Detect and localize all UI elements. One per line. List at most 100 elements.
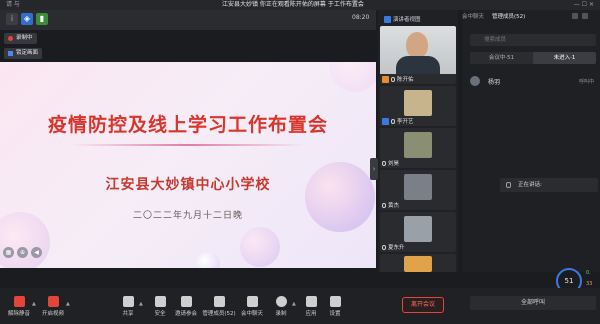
speaking-label: 正在讲话: — [518, 182, 542, 188]
video-feed — [380, 26, 456, 74]
panel-icons — [572, 13, 588, 19]
video-tile[interactable]: 夏东升 — [380, 212, 456, 252]
camera-off-icon — [47, 296, 59, 307]
host-icon — [382, 75, 389, 83]
shared-screen: 疫情防控及线上学习工作布置会 江安县大妙镇中心小学校 二〇二二年九月十二日晚 ▦… — [0, 62, 376, 268]
chat-icon — [246, 296, 258, 307]
grid-icon[interactable]: ▦ — [3, 247, 14, 258]
lock-icon — [8, 51, 13, 56]
status-icons: i ◈ ▮ — [6, 13, 48, 25]
participant-face — [406, 32, 428, 58]
tile-name: 刘昊 — [382, 159, 399, 167]
popout-icon[interactable] — [572, 13, 578, 19]
bubble-decoration — [240, 227, 280, 267]
share-icon — [122, 296, 134, 307]
download-speed: 33 — [586, 281, 593, 287]
call-all-button[interactable]: 全部呼叫 — [470, 296, 596, 310]
chat-label: 会中聊天 — [240, 311, 263, 317]
share-label: 共享 — [122, 311, 134, 317]
lock-screen-button[interactable]: 锁定画面 — [4, 48, 43, 59]
settings-label: 设置 — [329, 311, 341, 317]
start-video-button[interactable]: 开启视频 — [38, 296, 68, 317]
avatar — [404, 216, 432, 242]
tab-in-meeting[interactable]: 会议中·51 — [470, 52, 533, 64]
mic-icon — [391, 118, 395, 124]
tab-not-joined[interactable]: 未进入·1 — [533, 52, 596, 64]
participant-body — [396, 56, 440, 74]
chevron-up-icon[interactable]: ▲ — [32, 301, 36, 307]
tile-name: 黄杰 — [382, 201, 399, 209]
participant-name: 刘昊 — [388, 161, 400, 167]
volume-icon[interactable]: ◀ — [31, 247, 42, 258]
bubble-decoration — [305, 162, 375, 232]
title-bar: 请 与 江安县大妙镇 你正在观看陈开佑的屏幕 于工作布置会 — ☐ ✕ — [0, 0, 600, 10]
list-item[interactable]: 杨羽 呼叫中 — [470, 74, 596, 88]
add-user-icon — [180, 296, 192, 307]
window-controls[interactable]: — ☐ ✕ — [574, 0, 594, 10]
meeting-window: 请 与 江安县大妙镇 你正在观看陈开佑的屏幕 于工作布置会 — ☐ ✕ i ◈ … — [0, 0, 600, 324]
users-icon — [213, 296, 225, 307]
grid-view-icon — [384, 15, 391, 23]
bubble-decoration — [330, 62, 376, 92]
video-tile[interactable]: 李开艺 — [380, 86, 456, 126]
top-strip — [0, 10, 376, 30]
video-tile[interactable]: 刘昊 — [380, 128, 456, 168]
video-tile[interactable] — [380, 254, 456, 272]
meeting-time: 08:20 — [352, 14, 370, 21]
slide-divider — [70, 144, 306, 146]
chevron-up-icon[interactable]: ▲ — [139, 301, 143, 307]
invite-label: 邀请参会 — [174, 311, 197, 317]
apps-label: 应用 — [305, 311, 317, 317]
recording-indicator[interactable]: 录制中 — [4, 33, 37, 44]
mic-icon — [382, 160, 386, 166]
view-switcher[interactable]: 演讲者视图 — [384, 14, 421, 24]
tab-members[interactable]: 管理成员(52) — [492, 12, 525, 20]
apps-icon — [305, 296, 317, 307]
video-tile[interactable]: 黄杰 — [380, 170, 456, 210]
chevron-up-icon[interactable]: ▲ — [66, 301, 70, 307]
close-icon[interactable] — [582, 13, 588, 19]
title-bar-left-icons: 请 与 — [6, 1, 20, 8]
zoom-icon[interactable]: ⊕ — [17, 247, 28, 258]
signal-icon: ▮ — [36, 13, 48, 25]
member-search-input[interactable] — [470, 34, 596, 46]
upload-speed: 0. — [586, 270, 591, 276]
members-panel — [462, 10, 600, 272]
participant-name: 夏东升 — [388, 245, 405, 251]
mic-icon — [506, 182, 511, 188]
avatar — [404, 256, 432, 272]
chat-button[interactable]: 会中聊天 — [237, 296, 267, 317]
avatar — [470, 76, 480, 86]
recording-label: 录制中 — [16, 35, 33, 41]
participant-name: 李开艺 — [397, 119, 414, 125]
slide-controls: ▦ ⊕ ◀ — [3, 247, 42, 258]
info-icon[interactable]: i — [6, 13, 18, 25]
leave-meeting-button[interactable]: 离开会议 — [402, 297, 444, 313]
record-label: 录制 — [275, 311, 287, 317]
record-icon — [275, 296, 287, 307]
mic-icon — [382, 244, 386, 250]
shield-icon[interactable]: ◈ — [21, 13, 33, 25]
video-tile[interactable]: 陈开佑 — [380, 26, 456, 84]
avatar — [404, 90, 432, 116]
participant-name: 陈开佑 — [397, 77, 414, 83]
avatar — [404, 174, 432, 200]
manage-members-button[interactable]: 管理成员(52) — [201, 296, 237, 317]
panel-tabs: 会中聊天 管理成员(52) — [462, 12, 525, 20]
start-video-label: 开启视频 — [41, 311, 64, 317]
invite-button[interactable]: 邀请参会 — [171, 296, 201, 317]
member-status: 呼叫中 — [578, 79, 594, 85]
speaking-indicator: 正在讲话: — [500, 178, 598, 192]
unmute-button[interactable]: 解除静音 — [4, 296, 34, 317]
tile-name: 陈开佑 — [382, 75, 414, 83]
tab-chat[interactable]: 会中聊天 — [462, 12, 484, 20]
manage-members-label: 管理成员(52) — [202, 311, 236, 317]
collapse-handle[interactable]: › — [370, 158, 378, 180]
slide-date: 二〇二二年九月十二日晚 — [132, 211, 243, 221]
unmute-label: 解除静音 — [7, 311, 30, 317]
slide-subtitle: 江安县大妙镇中心小学校 — [105, 177, 271, 193]
tile-name: 夏东升 — [382, 243, 405, 251]
gear-icon — [329, 296, 341, 307]
shield-icon — [154, 296, 166, 307]
settings-button[interactable]: 设置 — [320, 296, 350, 317]
